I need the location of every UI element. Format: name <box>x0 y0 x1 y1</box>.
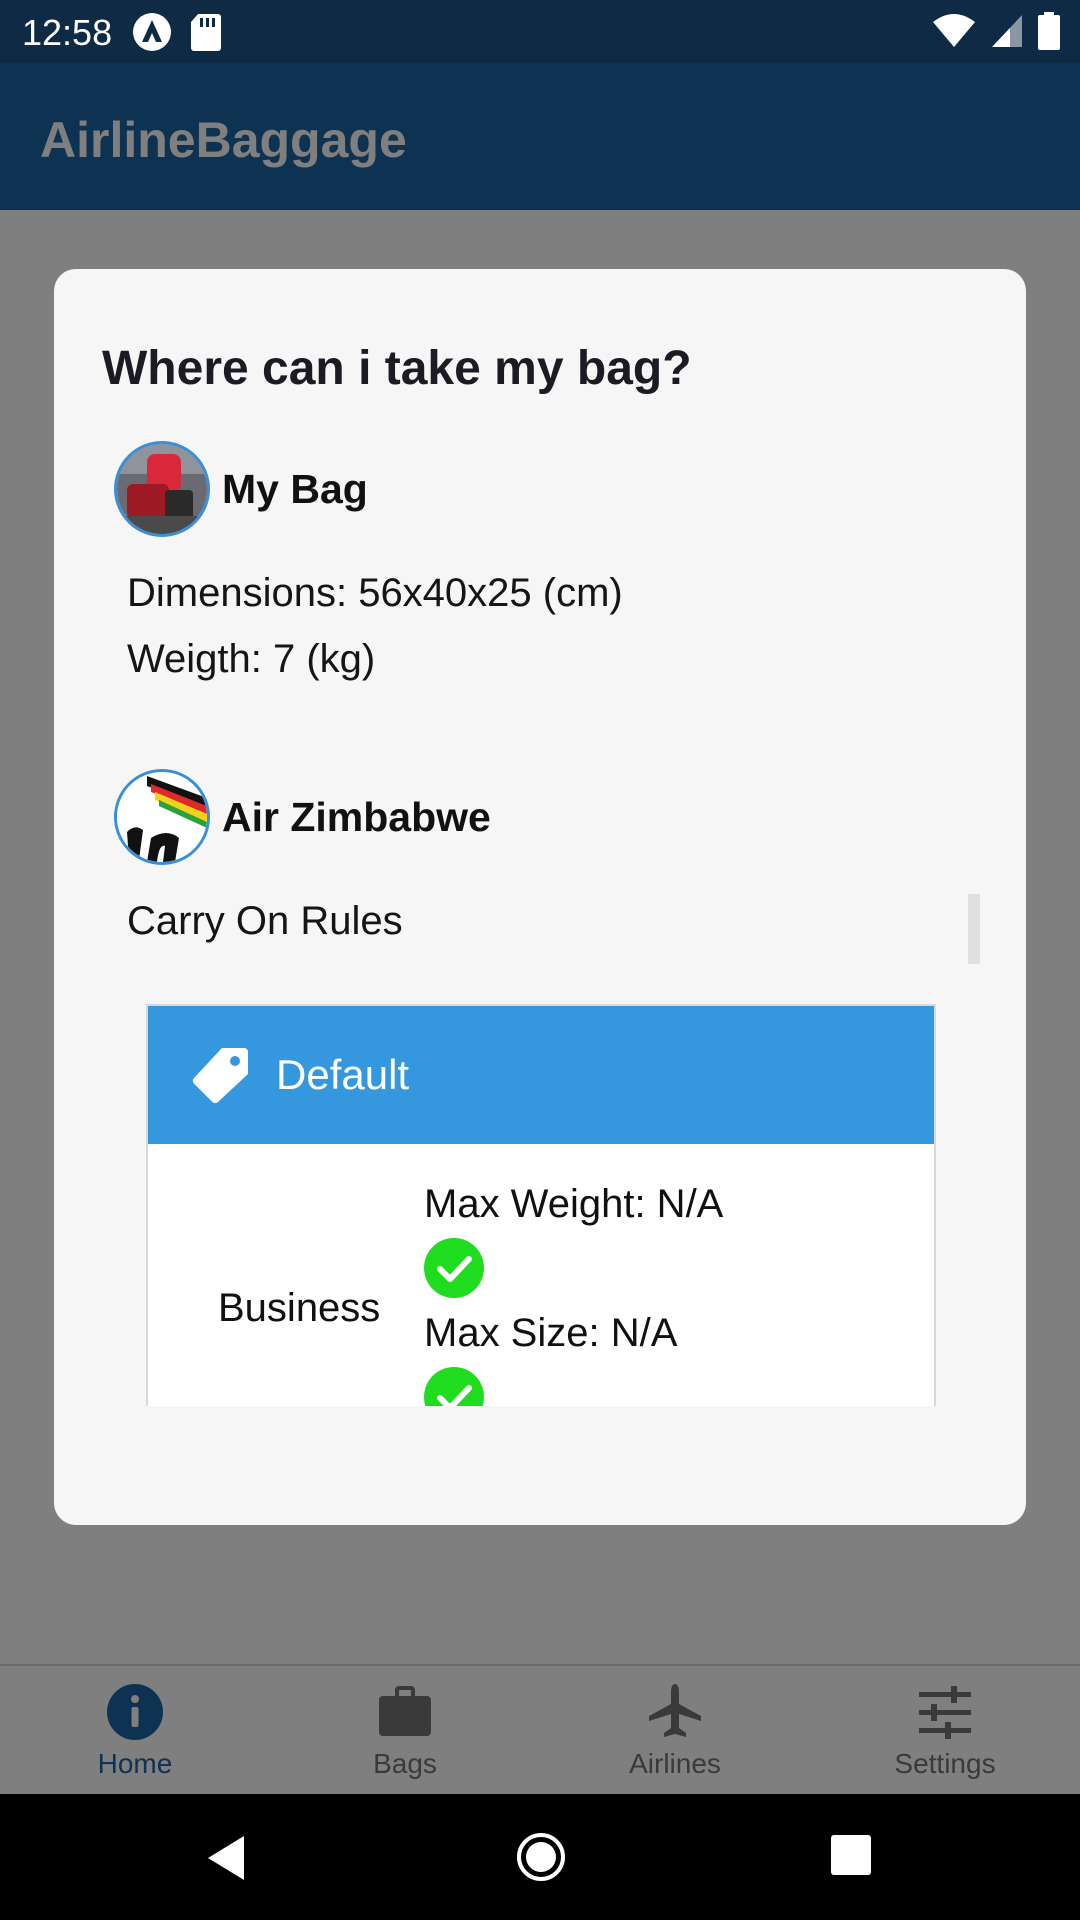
rule-card-header: Default <box>148 1006 934 1144</box>
rule-card-title: Default <box>276 1051 410 1098</box>
notification-app-icon <box>133 13 171 51</box>
check-icon <box>424 1367 484 1406</box>
max-size-label: Max Size: N/A <box>424 1311 678 1355</box>
wifi-icon <box>933 14 975 47</box>
check-icon <box>424 1238 484 1298</box>
bag-row: My Bag <box>114 441 368 537</box>
airline-logo-icon <box>117 772 207 862</box>
bag-name: My Bag <box>222 465 368 512</box>
home-icon[interactable] <box>516 1832 566 1882</box>
dialog-title: Where can i take my bag? <box>102 342 692 395</box>
back-icon[interactable] <box>204 1834 248 1882</box>
status-time: 12:58 <box>22 12 113 53</box>
max-weight-label: Max Weight: N/A <box>424 1182 724 1226</box>
status-bar: 12:58 <box>0 0 1080 63</box>
carry-on-rules-heading: Carry On Rules <box>127 899 403 943</box>
airline-logo <box>114 769 210 865</box>
bag-avatar <box>114 441 210 537</box>
recents-icon[interactable] <box>830 1834 872 1876</box>
rule-card-body: Business Max Weight: N/A Max Size: N/A <box>148 1144 934 1406</box>
rule-card: Default Business Max Weight: N/A Max Siz… <box>146 1004 936 1406</box>
bag-compatibility-dialog: Where can i take my bag? My Bag Dimensio… <box>54 269 1026 1525</box>
battery-icon <box>1038 12 1060 50</box>
cell-signal-icon <box>992 15 1022 47</box>
airline-name: Air Zimbabwe <box>222 793 491 840</box>
bag-dimensions: Dimensions: 56x40x25 (cm) <box>127 571 623 615</box>
bag-photo-icon <box>117 444 207 534</box>
travel-class-label: Business <box>218 1286 381 1330</box>
tag-icon <box>192 1048 248 1104</box>
airline-row: Air Zimbabwe <box>114 769 491 865</box>
system-navigation-bar <box>0 1794 1080 1920</box>
sd-card-icon <box>191 14 221 51</box>
bag-weight: Weigth: 7 (kg) <box>127 637 376 681</box>
scrollbar[interactable] <box>968 894 980 964</box>
